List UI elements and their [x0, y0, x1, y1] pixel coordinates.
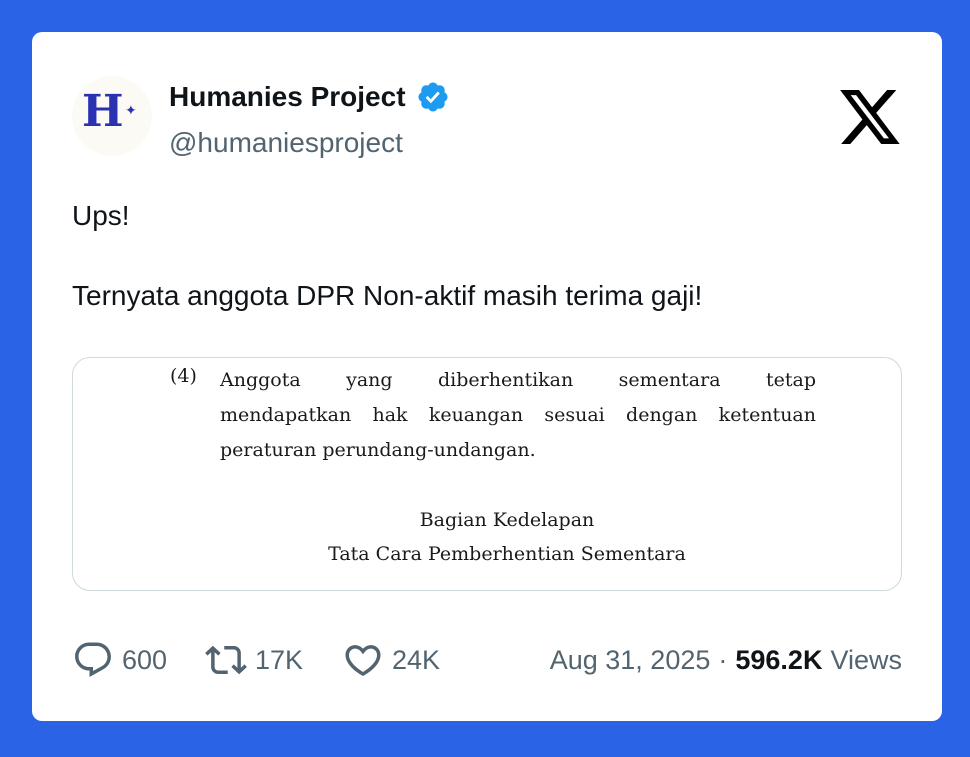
sparkle-icon: ✦ — [125, 103, 137, 119]
clause-line: Anggota yang diberhentikan sementara tet… — [220, 369, 816, 391]
reply-count: 600 — [122, 644, 168, 675]
attached-document-image[interactable]: (4) Anggota yang diberhentikan sementara… — [72, 357, 902, 591]
like-count: 24K — [392, 644, 441, 675]
tweet-card: H ✦ Humanies Project @humaniesproject Up… — [32, 32, 942, 721]
author-name-row: Humanies Project — [169, 78, 450, 116]
section-subtitle: Tata Cara Pemberhentian Sementara — [328, 543, 686, 565]
reply-button[interactable]: 600 — [72, 638, 167, 682]
tweet-actions: 600 17K 24K Aug 31, 2025 · 596.2K Views — [72, 638, 902, 682]
clause-number: (4) — [170, 365, 197, 387]
views-count: 596.2K — [735, 644, 823, 675]
tweet-meta: Aug 31, 2025 · 596.2K Views — [550, 638, 902, 682]
avatar[interactable]: H ✦ — [72, 76, 152, 156]
heart-icon — [345, 645, 381, 677]
author-display-name[interactable]: Humanies Project — [169, 78, 406, 116]
tweet-line: Ups! — [72, 200, 130, 231]
clause-line: peraturan perundang-undangan. — [220, 439, 536, 461]
section-title: Bagian Kedelapan — [419, 509, 595, 531]
like-button[interactable]: 24K — [342, 638, 440, 682]
clause-text: Anggota yang diberhentikan sementara tet… — [220, 363, 816, 468]
clause-line: mendapatkan hak keuangan sesuai dengan k… — [220, 404, 816, 426]
avatar-letter: H — [82, 86, 124, 137]
verified-badge-icon — [418, 82, 448, 112]
tweet-text: Ups! Ternyata anggota DPR Non-aktif masi… — [72, 196, 892, 316]
author-handle[interactable]: @humaniesproject — [169, 124, 403, 162]
retweet-count: 17K — [255, 644, 304, 675]
retweet-button[interactable]: 17K — [205, 638, 303, 682]
tweet-line: Ternyata anggota DPR Non-aktif masih ter… — [72, 280, 703, 311]
views-label: Views — [830, 644, 902, 675]
retweet-icon — [205, 645, 247, 675]
tweet-date[interactable]: Aug 31, 2025 — [550, 645, 711, 676]
x-logo-icon[interactable] — [840, 90, 900, 144]
reply-icon — [75, 642, 111, 677]
meta-separator: · — [718, 644, 728, 675]
